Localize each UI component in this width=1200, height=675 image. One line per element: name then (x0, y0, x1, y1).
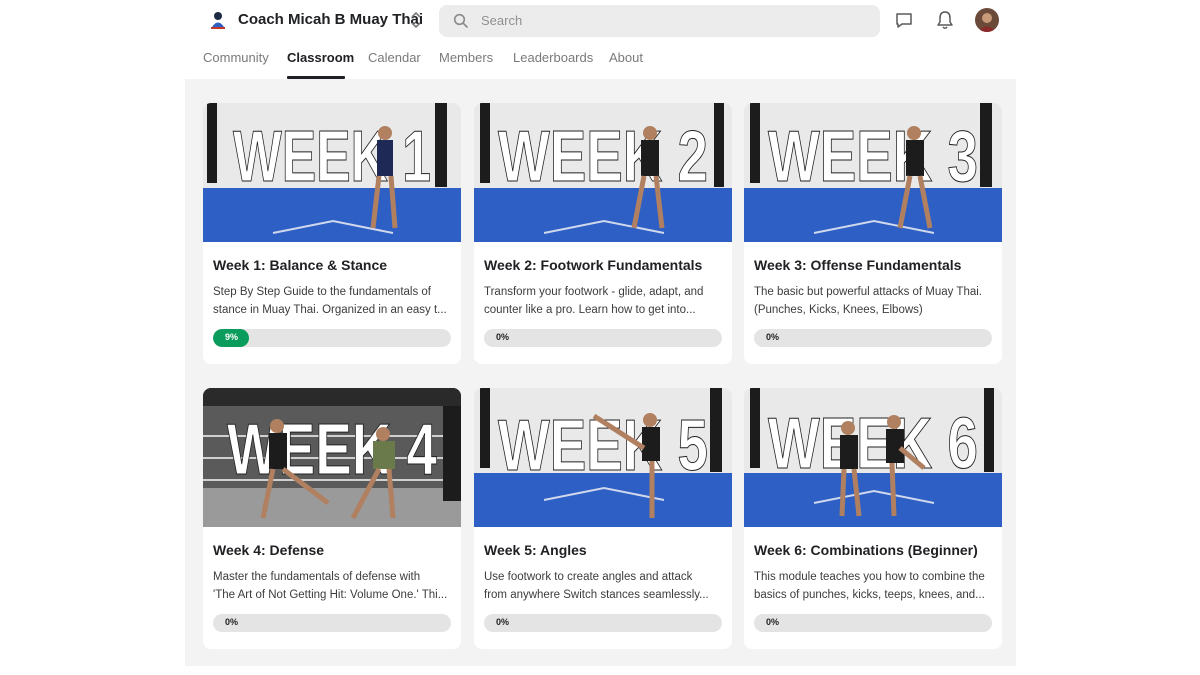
course-title: Week 3: Offense Fundamentals (754, 257, 962, 273)
top-header: Coach Micah B Muay Thai Search (0, 0, 1200, 42)
course-thumbnail: WEEK 5 (474, 388, 732, 527)
group-name[interactable]: Coach Micah B Muay Thai (238, 11, 423, 28)
course-card-week-3[interactable]: WEEK 3 Week 3: Offense Fundamentals The … (744, 103, 1002, 364)
course-title: Week 4: Defense (213, 542, 325, 558)
course-progress-bar: 0% (754, 329, 992, 347)
course-progress-bar: 0% (484, 614, 722, 632)
tab-leaderboards[interactable]: Leaderboards (513, 50, 593, 65)
progress-label: 0% (496, 617, 510, 627)
group-logo-icon[interactable] (207, 9, 229, 31)
tab-classroom[interactable]: Classroom (287, 50, 354, 65)
thumbnail-title-text: WEEK 2 (498, 117, 708, 197)
chevron-up-down-icon[interactable] (408, 8, 424, 32)
progress-label: 0% (225, 617, 239, 627)
course-title: Week 2: Footwork Fundamentals (484, 257, 703, 273)
course-description: Step By Step Guide to the fundamentals o… (213, 286, 447, 316)
thumbnail-title-text: WEEK 5 (498, 406, 708, 486)
classroom-content: WEEK 1 Week 1: Balance & Stance Step By … (185, 79, 1016, 666)
course-title: Week 1: Balance & Stance (213, 257, 388, 273)
course-progress-bar: 0% (213, 614, 451, 632)
bell-icon[interactable] (935, 9, 955, 36)
course-description: Master the fundamentals of defense with … (213, 571, 448, 601)
search-input[interactable]: Search (439, 5, 880, 37)
tab-calendar[interactable]: Calendar (368, 50, 421, 65)
course-card-week-5[interactable]: WEEK 5 Week 5: Angles Use footwork to cr… (474, 388, 732, 649)
course-description: This module teaches you how to combine t… (754, 571, 985, 601)
thumbnail-title-text: WEEK 6 (768, 404, 978, 484)
user-avatar[interactable] (975, 8, 999, 32)
tab-members[interactable]: Members (439, 50, 493, 65)
tab-about[interactable]: About (609, 50, 643, 65)
course-description: Transform your footwork - glide, adapt, … (484, 286, 704, 316)
course-card-week-2[interactable]: WEEK 2 Week 2: Footwork Fundamentals Tra… (474, 103, 732, 364)
thumbnail-title-text: WEEK 3 (768, 117, 978, 197)
search-placeholder: Search (481, 13, 523, 28)
thumbnail-title-text: WEEK 4 (227, 410, 437, 490)
course-description: The basic but powerful attacks of Muay T… (754, 286, 982, 316)
thumbnail-title-text: WEEK 1 (233, 117, 431, 197)
course-progress-bar: 9% (213, 329, 451, 347)
progress-label: 9% (225, 332, 239, 342)
progress-label: 0% (766, 617, 780, 627)
course-card-week-6[interactable]: WEEK 6 Week 6: Combinations (Beginner) T… (744, 388, 1002, 649)
course-thumbnail: WEEK 1 (203, 103, 461, 242)
course-thumbnail: WEEK 2 (474, 103, 732, 242)
tab-community[interactable]: Community (203, 50, 269, 65)
course-card-week-1[interactable]: WEEK 1 Week 1: Balance & Stance Step By … (203, 103, 461, 364)
course-card-week-4[interactable]: WEEK 4 Week 4: Defense Master the fundam… (203, 388, 461, 649)
progress-label: 0% (496, 332, 510, 342)
search-icon (453, 13, 469, 29)
progress-label: 0% (766, 332, 780, 342)
course-thumbnail: WEEK 4 (203, 388, 461, 527)
course-thumbnail: WEEK 6 (744, 388, 1002, 527)
chat-icon[interactable] (894, 10, 914, 35)
course-progress-bar: 0% (754, 614, 992, 632)
course-progress-bar: 0% (484, 329, 722, 347)
course-title: Week 6: Combinations (Beginner) (754, 542, 978, 558)
course-title: Week 5: Angles (484, 542, 587, 558)
course-description: Use footwork to create angles and attack… (484, 571, 709, 601)
course-thumbnail: WEEK 3 (744, 103, 1002, 242)
